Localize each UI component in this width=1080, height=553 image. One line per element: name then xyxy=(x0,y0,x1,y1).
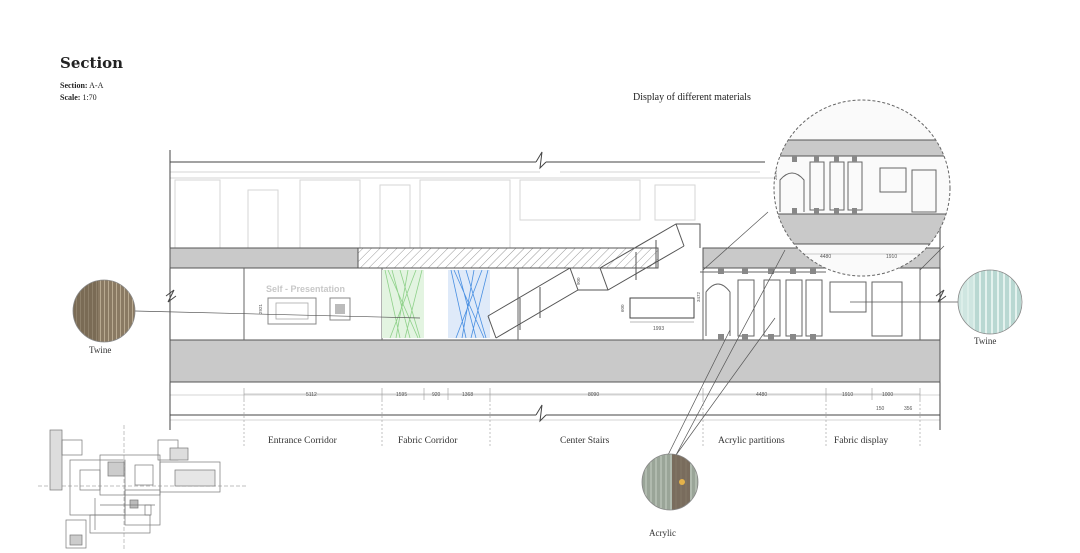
zone-label-acrylic-partitions: Acrylic partitions xyxy=(718,436,785,446)
zone-label-center-stairs: Center Stairs xyxy=(560,436,610,446)
display-case: 1993 600 900 xyxy=(576,277,695,332)
acrylic-partitions xyxy=(700,271,903,337)
callout-dim-1: 4480 xyxy=(820,254,831,260)
dim-case-width: 1993 xyxy=(653,326,664,332)
dimension-chain: 5112 1595 920 1368 8090 4480 1910 1000 1… xyxy=(243,388,921,412)
walls xyxy=(243,268,921,340)
wall-text: Self - Presentation xyxy=(266,284,345,294)
dim-4: 1368 xyxy=(462,392,473,398)
presentation-wall: Self - Presentation xyxy=(266,284,351,325)
twine-swatch-left xyxy=(72,279,136,343)
zone-label-entrance-corridor: Entrance Corridor xyxy=(268,436,337,446)
dim-3: 920 xyxy=(432,392,441,398)
material-label-acrylic: Acrylic xyxy=(649,528,676,538)
zone-label-fabric-display: Fabric display xyxy=(834,436,889,446)
material-label-twine-right: Twine xyxy=(974,336,997,346)
dim-rail-height: 900 xyxy=(576,277,581,285)
material-label-twine-left: Twine xyxy=(89,345,112,355)
section-drawing: Self - Presentation 1993 600 900 2921 34… xyxy=(38,99,1023,550)
callout-dim-2: 1910 xyxy=(886,254,897,260)
dim-7: 1910 xyxy=(842,392,853,398)
dim-9: 150 xyxy=(876,406,885,412)
center-stairs xyxy=(487,223,701,339)
blue-fabric-curtain xyxy=(448,269,490,339)
green-fabric-curtain xyxy=(382,269,424,339)
acrylic-swatch xyxy=(641,453,699,511)
dim-1: 5112 xyxy=(306,392,317,398)
dim-case-height: 600 xyxy=(620,304,625,312)
dim-6: 4480 xyxy=(756,392,767,398)
key-plan xyxy=(38,425,248,550)
dim-5: 8090 xyxy=(588,392,599,398)
dim-wall-height: 2921 xyxy=(258,303,263,314)
dim-floor-height: 3472 xyxy=(696,291,701,302)
lower-slab xyxy=(169,339,941,383)
twine-swatch-right xyxy=(957,269,1023,335)
zone-label-fabric-corridor: Fabric Corridor xyxy=(398,436,458,446)
dim-10: 356 xyxy=(904,406,913,412)
dim-2: 1595 xyxy=(396,392,407,398)
dim-8: 1000 xyxy=(882,392,893,398)
